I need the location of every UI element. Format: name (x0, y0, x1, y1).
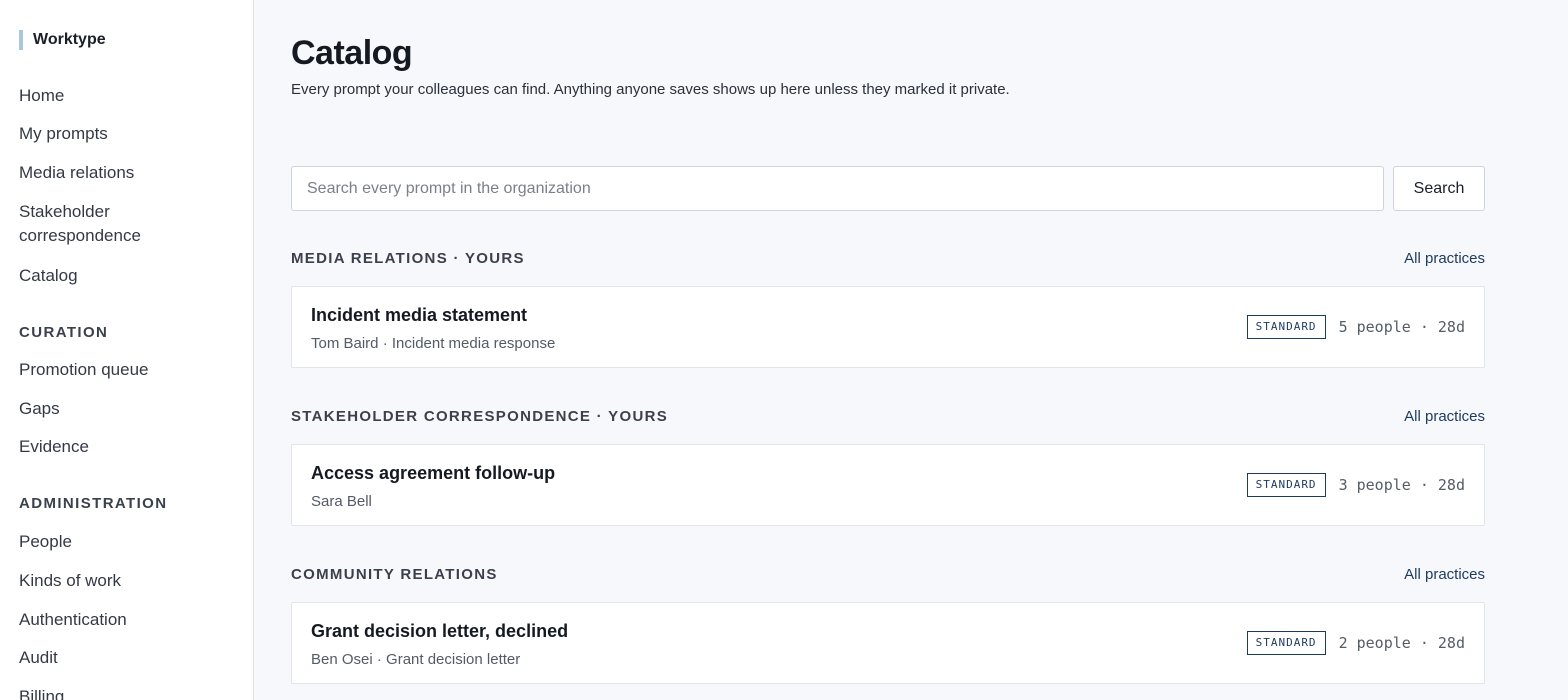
brand-mark (19, 30, 23, 50)
prompt-card-meta: Sara Bell (311, 493, 372, 510)
sidebar-item-billing[interactable]: Billing (19, 685, 64, 700)
section-title: Media relations · yours (291, 249, 525, 267)
prompt-card-stats: 3 people · 28d (1338, 476, 1465, 494)
status-badge: STANDARD (1246, 315, 1326, 339)
sidebar-item-gaps[interactable]: Gaps (19, 397, 60, 421)
sidebar: Worktype Home My prompts Media relations… (0, 0, 254, 700)
sidebar-item-audit[interactable]: Audit (19, 646, 58, 670)
section-header-media-relations: Media relations · yours All practices (291, 248, 1485, 268)
status-badge: STANDARD (1246, 631, 1326, 655)
main-content: Catalog Every prompt your colleagues can… (254, 0, 1568, 700)
sidebar-section-administration: Administration (19, 495, 168, 512)
search-button[interactable]: Search (1393, 166, 1485, 211)
sidebar-item-people[interactable]: People (19, 530, 72, 554)
prompt-card[interactable]: Grant decision letter, declined Ben Osei… (291, 602, 1485, 684)
status-badge: STANDARD (1246, 473, 1326, 497)
all-practices-link[interactable]: All practices (1404, 250, 1485, 267)
prompt-card-meta: Ben Osei · Grant decision letter (311, 651, 521, 668)
prompt-card-meta: Tom Baird · Incident media response (311, 335, 556, 352)
prompt-card-info: STANDARD 5 people · 28d (1246, 315, 1465, 339)
prompt-card-stats: 5 people · 28d (1338, 318, 1465, 336)
prompt-card[interactable]: Access agreement follow-up Sara Bell STA… (291, 444, 1485, 526)
sidebar-item-home[interactable]: Home (19, 84, 64, 108)
prompt-card[interactable]: Incident media statement Tom Baird · Inc… (291, 286, 1485, 368)
page-title: Catalog (291, 34, 413, 72)
sidebar-item-promotion-queue[interactable]: Promotion queue (19, 358, 148, 382)
sidebar-item-media-relations[interactable]: Media relations (19, 161, 134, 185)
prompt-card-title: Access agreement follow-up (311, 463, 556, 483)
sidebar-item-catalog[interactable]: Catalog (19, 264, 78, 288)
prompt-card-info: STANDARD 2 people · 28d (1246, 631, 1465, 655)
page-subtitle: Every prompt your colleagues can find. A… (291, 81, 1010, 98)
search-input[interactable] (291, 166, 1384, 211)
section-header-community-relations: Community relations All practices (291, 564, 1485, 584)
sidebar-section-curation: Curation (19, 324, 109, 341)
sidebar-item-evidence[interactable]: Evidence (19, 435, 89, 459)
sidebar-item-stakeholder-correspondence[interactable]: Stakeholder correspondence (19, 200, 179, 248)
prompt-card-title: Incident media statement (311, 305, 528, 325)
brand-name: Worktype (33, 31, 106, 48)
prompt-card-stats: 2 people · 28d (1338, 634, 1465, 652)
sidebar-item-authentication[interactable]: Authentication (19, 608, 127, 632)
prompt-card-info: STANDARD 3 people · 28d (1246, 473, 1465, 497)
brand[interactable]: Worktype (19, 30, 106, 50)
sidebar-item-my-prompts[interactable]: My prompts (19, 122, 108, 146)
sidebar-item-kinds-of-work[interactable]: Kinds of work (19, 569, 121, 593)
app-root: Worktype Home My prompts Media relations… (0, 0, 1568, 700)
section-title: Community relations (291, 565, 498, 583)
all-practices-link[interactable]: All practices (1404, 408, 1485, 425)
all-practices-link[interactable]: All practices (1404, 566, 1485, 583)
prompt-card-title: Grant decision letter, declined (311, 621, 569, 641)
section-header-stakeholder-correspondence: Stakeholder correspondence · yours All p… (291, 406, 1485, 426)
section-title: Stakeholder correspondence · yours (291, 407, 669, 425)
